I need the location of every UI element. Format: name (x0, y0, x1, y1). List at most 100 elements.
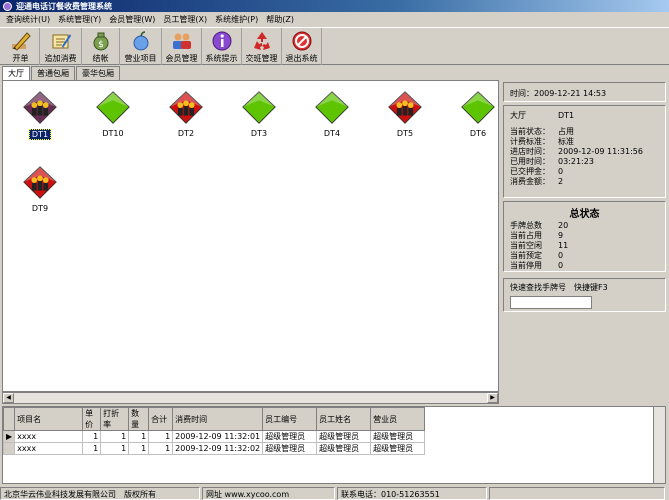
menu-member[interactable]: 会员管理(W) (105, 14, 159, 25)
detail-key: 进店时间： (510, 147, 550, 156)
row-indicator (2, 442, 16, 455)
info-panel: 时间：2009-12-21 14:53 大厅 DT1 当前状态： 占用 计费标准： 标… (503, 80, 666, 404)
free-table-icon (315, 91, 349, 124)
status-company: 北京华云伟业科技发展有限公司 版权所有 (0, 487, 200, 500)
room-tile[interactable]: DT3 (234, 89, 284, 138)
status-key: 手牌总数 (510, 221, 542, 230)
menu-bar: 查询统计(U) 系统管理(Y) 会员管理(W) 员工管理(X) 系统维护(P) … (0, 12, 669, 26)
table-cell: 超级管理员 (370, 430, 426, 443)
checkout-button[interactable]: $ 结帐 (82, 28, 120, 65)
occupied-table-icon (23, 91, 57, 124)
detail-value: 占用 (558, 127, 574, 136)
tab-hall[interactable]: 大厅 (2, 66, 30, 80)
table-cell: 2009-12-09 11:32:02 (172, 442, 264, 455)
status-title: 总状态 (569, 209, 600, 220)
scroll-right-icon[interactable]: ▶ (487, 393, 498, 403)
menu-help[interactable]: 帮助(Z) (262, 14, 298, 25)
detail-value: 2 (558, 177, 564, 186)
pencil-icon (9, 30, 33, 52)
status-value: 0 (558, 261, 564, 270)
column-header[interactable]: 数量 (128, 407, 150, 431)
detail-key: 消费金额： (510, 177, 550, 186)
column-header[interactable]: 打折率 (100, 407, 130, 431)
room-tile[interactable]: DT6 (453, 89, 498, 138)
column-header[interactable]: 合计 (148, 407, 174, 431)
room-detail-box: 大厅 DT1 当前状态： 占用 计费标准： 标准 进店时间： 2009-12-09 11:… (503, 105, 666, 198)
room-tile[interactable]: DT1 (15, 89, 65, 140)
column-header[interactable]: 项目名 (14, 407, 84, 431)
exit-system-button[interactable]: 退出系统 (282, 28, 322, 65)
table-cell: 2009-12-09 11:32:01 (172, 430, 264, 443)
shift-handover-button[interactable]: 交班管理 (242, 28, 282, 65)
table-cell: 超级管理员 (316, 430, 372, 443)
room-label: DT3 (250, 129, 268, 138)
status-bar: 北京华云伟业科技发展有限公司 版权所有 网址 www.xycoo.com 联系电… (0, 487, 669, 500)
table-row[interactable]: ▶ xxxx 1 1 1 1 2009-12-09 11:32:01 超级管理员 超级管理员 超级… (2, 430, 426, 443)
time-value: 2009-12-21 14:53 (534, 89, 607, 98)
detail-row: 计费标准： 标准 (510, 137, 659, 147)
detail-key: 已用时间： (510, 157, 550, 166)
overall-status-box: 总状态 手牌总数 20 当前占用 9 当前空闲 11 当前预定 0 当前停用 0 (503, 201, 666, 272)
occupied-table-icon (388, 91, 422, 124)
order-icon (49, 30, 73, 52)
column-header[interactable]: 营业员 (370, 407, 426, 431)
window-title: 迎通电话订餐收费管理系统 (16, 1, 112, 11)
room-tile[interactable]: DT10 (88, 89, 138, 138)
column-header[interactable]: 员工姓名 (316, 407, 372, 431)
column-header[interactable]: 单价 (82, 407, 102, 431)
room-tile[interactable]: DT5 (380, 89, 430, 138)
table-cell: 超级管理员 (370, 442, 426, 455)
info-icon (210, 30, 234, 52)
table-cell: 1 (128, 430, 150, 443)
menu-staff[interactable]: 员工管理(X) (159, 14, 211, 25)
detail-key: 当前状态： (510, 127, 550, 136)
room-tabs: 大厅 普通包厢 豪华包厢 (2, 66, 121, 80)
menu-system[interactable]: 系统管理(Y) (54, 14, 105, 25)
table-cell: 超级管理员 (262, 442, 318, 455)
column-header[interactable]: 员工编号 (262, 407, 318, 431)
member-management-button[interactable]: 会员管理 (162, 28, 202, 65)
detail-value: 2009-12-09 11:31:56 (558, 147, 643, 156)
recycle-icon (250, 30, 274, 52)
horizontal-scrollbar[interactable]: ◀ ▶ (2, 392, 499, 404)
room-tile[interactable]: DT4 (307, 89, 357, 138)
status-value: 20 (558, 221, 569, 230)
business-items-button[interactable]: 营业项目 (120, 28, 162, 65)
room-search-input[interactable] (510, 296, 592, 309)
status-website: 网址 www.xycoo.com (202, 487, 335, 500)
system-tips-button[interactable]: 系统提示 (202, 28, 242, 65)
open-order-button[interactable]: 开单 (2, 28, 40, 65)
table-cell: xxxx (14, 442, 84, 455)
detail-value: 标准 (558, 137, 574, 146)
status-value: 9 (558, 231, 564, 240)
add-consumption-button[interactable]: 追加消费 (40, 28, 82, 65)
table-cell: 1 (148, 430, 174, 443)
tab-normal-room[interactable]: 普通包厢 (31, 66, 75, 80)
menu-query[interactable]: 查询统计(U) (2, 14, 54, 25)
tab-luxury-room[interactable]: 豪华包厢 (76, 66, 120, 80)
search-label: 快速查找手牌号 快捷键F3 (510, 283, 608, 292)
status-key: 当前停用 (510, 261, 542, 270)
table-row[interactable]: xxxx 1 1 1 1 2009-12-09 11:32:02 超级管理员 超级管理员 超级管… (2, 442, 426, 455)
status-row: 当前预定 0 (510, 251, 659, 261)
detail-row: 当前状态： 占用 (510, 127, 659, 137)
app-icon (3, 1, 12, 11)
menu-maintenance[interactable]: 系统维护(P) (211, 14, 262, 25)
table-cell: 1 (100, 442, 130, 455)
occupied-table-icon (169, 91, 203, 124)
occupied-table-icon (23, 166, 57, 199)
vertical-scrollbar[interactable] (653, 407, 665, 483)
room-label: DT4 (323, 129, 341, 138)
bill-table: 项目名 单价 打折率 数量 合计 消费时间 员工编号 员工姓名 营业员 ▶ xxxx 1 1 1 1 200… (2, 406, 666, 484)
status-row: 当前停用 0 (510, 261, 659, 271)
column-header[interactable]: 消费时间 (172, 407, 264, 431)
apple-icon (129, 30, 153, 52)
room-tile[interactable]: DT2 (161, 89, 211, 138)
table-cell: 超级管理员 (262, 430, 318, 443)
detail-key: 已交押金： (510, 167, 550, 176)
room-tile[interactable]: DT9 (15, 164, 65, 213)
time-box: 时间：2009-12-21 14:53 (503, 82, 666, 102)
status-key: 当前预定 (510, 251, 542, 260)
status-row: 当前空闲 11 (510, 241, 659, 251)
scroll-left-icon[interactable]: ◀ (3, 393, 14, 403)
